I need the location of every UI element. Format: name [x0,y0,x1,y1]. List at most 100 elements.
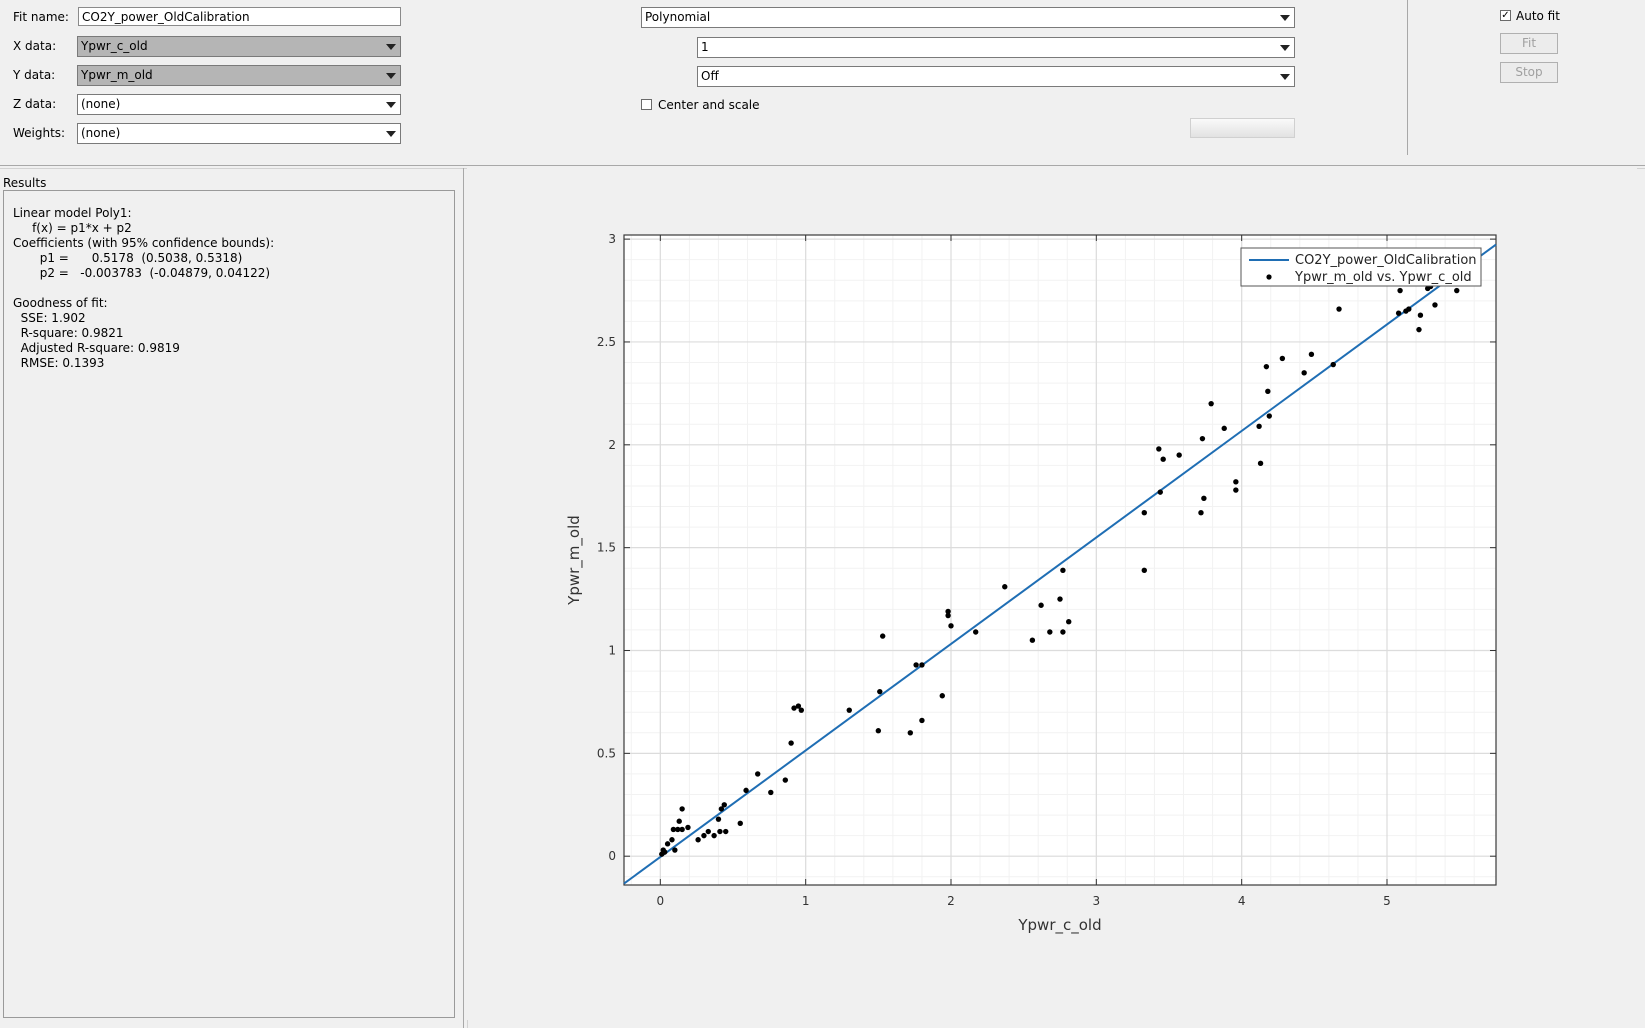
results-line: RMSE: 0.1393 [13,356,105,370]
data-point [1047,629,1053,635]
results-line: p2 = -0.003783 (-0.04879, 0.04122) [13,266,271,280]
y-tick-label: 0.5 [597,746,616,760]
data-point [973,629,979,635]
y-tick-label: 2.5 [597,335,616,349]
stop-button[interactable]: Stop [1500,62,1558,83]
chevron-down-icon [386,73,396,79]
data-point [1416,326,1422,333]
fit-type-value: Polynomial [645,10,711,24]
data-point [669,837,675,843]
y-tick-label: 1 [608,644,616,658]
data-point [701,832,707,839]
data-point [1057,596,1063,602]
data-point [948,623,954,629]
panel-divider [0,165,1645,166]
data-point [1160,456,1166,462]
actions-divider [1407,0,1408,155]
weights-select[interactable]: (none) [77,123,401,144]
data-point [672,847,678,853]
chevron-down-icon [1280,45,1290,51]
data-point [737,820,743,826]
weights-label: Weights: [13,126,66,140]
data-point [788,740,794,746]
x-tick-label: 5 [1383,894,1391,908]
results-line: Linear model Poly1: [13,206,132,220]
data-point [798,707,805,713]
data-point [1395,310,1402,316]
data-point [679,826,685,833]
fit-name-input[interactable] [78,7,401,26]
data-point [1156,446,1162,452]
data-point [782,777,789,783]
data-point [676,818,682,824]
results-line: p1 = 0.5178 (0.5038, 0.5318) [13,251,243,265]
center-scale-checkbox[interactable] [641,99,652,110]
auto-fit-checkbox[interactable]: ✓ [1500,10,1511,21]
chevron-down-icon [386,44,396,50]
data-point [1454,287,1460,294]
data-point [1233,479,1239,485]
data-point [1002,584,1008,590]
degree-select[interactable]: 1 [697,37,1295,58]
fit-name-label: Fit name: [13,10,69,24]
data-point [755,771,761,777]
fit-type-select[interactable]: Polynomial [641,7,1295,28]
y-tick-label: 2 [608,438,616,452]
chevron-down-icon [386,102,396,108]
y-data-select[interactable]: Ypwr_m_old [77,65,401,86]
data-point [1308,351,1315,358]
progress-bar [1190,118,1295,138]
x-data-select[interactable]: Ypwr_c_old [77,36,401,57]
data-point [1406,306,1412,312]
data-point [1198,509,1204,516]
data-point [1060,629,1066,635]
data-point [1060,567,1066,573]
data-point [919,662,925,668]
z-data-label: Z data: [13,97,57,111]
fit-button[interactable]: Fit [1500,33,1558,54]
data-point [1279,355,1286,362]
fit-plot[interactable]: 0 1 2 3 4 5 0 0.5 1 1.5 2 2.5 3 Ypwr_c_old Ypwr_m_ol… [467,168,1637,1020]
data-point [1417,312,1424,318]
results-title: Results [3,176,47,190]
y-tick-label: 1.5 [597,541,616,555]
x-data-value: Ypwr_c_old [81,39,148,53]
data-point [1199,435,1206,442]
data-point [1233,487,1239,493]
robust-value: Off [701,69,719,83]
results-line: f(x) = p1*x + p2 [13,221,132,235]
data-point [879,633,886,639]
results-line: R-square: 0.9821 [13,326,124,340]
data-point [1336,306,1342,312]
y-axis-label: Ypwr_m_old [565,515,584,606]
data-point [1263,363,1270,370]
data-point [1176,452,1182,458]
results-line: SSE: 1.902 [13,311,86,325]
data-point [717,828,723,835]
data-point [1301,370,1307,376]
chevron-down-icon [1280,15,1290,21]
results-panel: Linear model Poly1: f(x) = p1*x + p2 Coef… [3,190,455,1018]
data-point [1257,460,1264,467]
data-point [721,802,727,808]
z-data-value: (none) [81,97,121,111]
plot-legend[interactable]: CO2Y_power_OldCalibration Ypwr_m_old vs.… [1240,247,1482,287]
results-line: Goodness of fit: [13,296,108,310]
x-tick-label: 0 [657,894,665,908]
data-point [685,824,691,831]
data-point [875,728,882,734]
robust-select[interactable]: Off [697,66,1295,87]
data-point [679,806,685,812]
x-axis-label: Ypwr_c_old [1017,916,1101,935]
data-point [1208,400,1214,407]
data-point [715,816,722,822]
data-point [1157,489,1163,495]
results-plot-divider[interactable] [463,168,464,1028]
z-data-select[interactable]: (none) [77,94,401,115]
data-point [1221,425,1227,432]
x-tick-label: 2 [947,894,955,908]
weights-value: (none) [81,126,121,140]
data-point [913,662,919,668]
data-point [939,693,945,699]
results-line: Adjusted R-square: 0.9819 [13,341,180,355]
